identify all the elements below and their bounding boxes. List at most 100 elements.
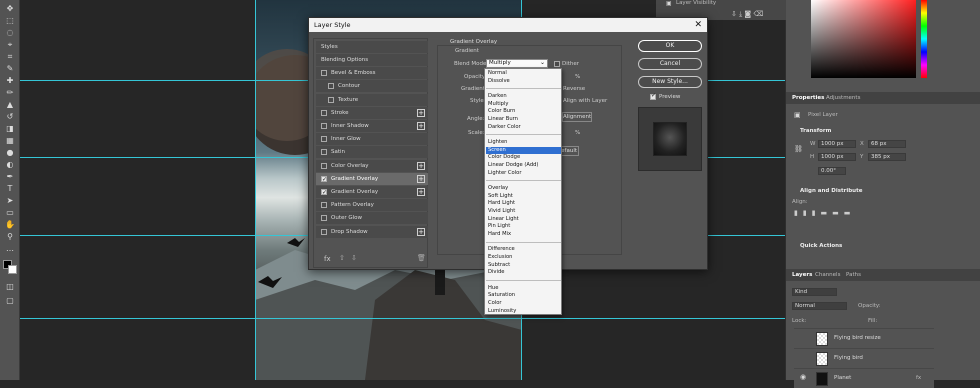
close-icon[interactable]: ✕ (694, 18, 702, 32)
quick-mask-icon[interactable]: ◫ (4, 282, 16, 292)
style-item[interactable]: Gradient Overlay + (316, 186, 428, 199)
blend-mode-option[interactable]: Overlay (486, 185, 561, 193)
gradient-tool-icon[interactable]: ▦ (4, 136, 16, 146)
hue-slider[interactable] (921, 0, 927, 78)
style-checkbox[interactable] (321, 70, 327, 77)
lasso-tool-icon[interactable]: ◌ (4, 28, 16, 38)
angle-field[interactable]: 0.00° (818, 167, 846, 175)
add-effect-icon[interactable]: + (417, 122, 425, 130)
select-tool-icon[interactable]: ⌖ (4, 40, 16, 50)
style-checkbox[interactable] (321, 228, 327, 235)
add-effect-icon[interactable]: + (417, 108, 425, 117)
blend-mode-option[interactable]: Linear Burn (486, 116, 561, 124)
type-tool-icon[interactable]: T (4, 184, 16, 194)
path-select-icon[interactable]: ➤ (4, 196, 16, 206)
style-item[interactable]: Pattern Overlay (316, 199, 428, 212)
styles-header[interactable]: Styles (316, 41, 428, 53)
blur-tool-icon[interactable]: ● (4, 148, 16, 158)
background-color-swatch[interactable] (8, 265, 17, 274)
style-item[interactable]: Color Overlay + (316, 159, 428, 172)
blend-mode-option[interactable]: Hard Mix (486, 231, 561, 239)
style-checkbox[interactable] (321, 123, 327, 129)
layer-blend-select[interactable]: Normal (792, 302, 847, 310)
blend-mode-option[interactable]: Luminosity (486, 308, 561, 316)
style-checkbox[interactable] (321, 109, 327, 116)
tab-paths[interactable]: Paths (846, 272, 861, 278)
blend-mode-option[interactable]: Darken (486, 93, 561, 101)
style-item[interactable]: Bevel & Emboss (316, 67, 428, 80)
blend-mode-option[interactable]: Vivid Light (486, 208, 561, 216)
add-effect-icon[interactable]: + (417, 188, 425, 196)
fx-footer[interactable]: fx (324, 255, 331, 263)
hand-tool-icon[interactable]: ✋ (4, 220, 16, 230)
blend-mode-option[interactable]: Divide (486, 269, 561, 277)
style-checkbox[interactable] (321, 162, 327, 169)
tab-adjustments[interactable]: Adjustments (826, 95, 860, 101)
blend-mode-option[interactable]: Linear Dodge (Add) (486, 162, 561, 170)
blend-mode-option[interactable]: Saturation (486, 292, 561, 300)
add-effect-icon[interactable]: + (417, 174, 425, 183)
style-item[interactable]: Stroke + (316, 106, 428, 119)
dodge-tool-icon[interactable]: ◐ (4, 160, 16, 170)
blend-mode-option[interactable]: Color Dodge (486, 154, 561, 162)
width-field[interactable]: 1000 px (818, 140, 856, 148)
layer-fx-badge[interactable]: fx (916, 375, 921, 381)
style-item[interactable]: Contour (316, 80, 428, 93)
x-field[interactable]: 68 px (868, 140, 906, 148)
screen-mode-icon[interactable]: ▢ (4, 296, 16, 306)
blend-mode-option[interactable]: Dissolve (486, 78, 561, 86)
style-checkbox[interactable] (328, 96, 334, 103)
style-checkbox[interactable] (321, 202, 327, 209)
blend-mode-option[interactable]: Hard Light (486, 200, 561, 208)
pen-tool-icon[interactable]: ✒ (4, 172, 16, 182)
reset-alignment-button[interactable]: Alignment (562, 112, 592, 122)
blend-mode-option[interactable]: Subtract (486, 262, 561, 270)
style-checkbox[interactable] (321, 136, 327, 143)
color-field[interactable] (811, 0, 916, 78)
stamp-tool-icon[interactable]: ▲ (4, 100, 16, 110)
zoom-tool-icon[interactable]: ⚲ (4, 232, 16, 242)
move-tool-icon[interactable]: ✥ (4, 4, 16, 14)
blend-mode-option[interactable]: Normal (486, 70, 561, 78)
y-field[interactable]: 385 px (868, 153, 906, 161)
height-field[interactable]: 1000 px (818, 153, 856, 161)
move-up-icon[interactable]: ⇧ (339, 254, 345, 262)
blend-mode-option[interactable]: Pin Light (486, 223, 561, 231)
update-icon[interactable]: ⇩ ⤓ ◙ ⌫ (731, 10, 763, 19)
shape-tool-icon[interactable]: ▭ (4, 208, 16, 218)
healing-tool-icon[interactable]: ✚ (4, 76, 16, 86)
style-item[interactable]: Outer Glow (316, 212, 428, 225)
blend-mode-option[interactable]: Multiply (486, 101, 561, 109)
add-effect-icon[interactable]: + (417, 227, 425, 236)
blend-mode-option[interactable]: Linear Light (486, 216, 561, 224)
dialog-titlebar[interactable]: Layer Style ✕ (309, 18, 707, 32)
style-item[interactable]: Blending Options (316, 54, 428, 66)
blend-mode-option[interactable]: Soft Light (486, 193, 561, 201)
tab-layers[interactable]: Layers (792, 272, 812, 278)
new-style-button[interactable]: New Style... (638, 76, 702, 88)
style-item[interactable]: Texture (316, 93, 428, 106)
blend-mode-option[interactable]: Darker Color (486, 124, 561, 132)
style-checkbox[interactable] (321, 174, 327, 186)
align-buttons-icon[interactable]: ▮▮▮▬▬▬ (794, 209, 855, 217)
blend-mode-option[interactable]: Lighter Color (486, 170, 561, 178)
trash-icon[interactable]: 🗑 (417, 254, 426, 262)
layer-row[interactable]: ◉ Planet fx (794, 368, 934, 388)
blend-mode-option[interactable]: Hue (486, 285, 561, 293)
dither-checkbox[interactable] (554, 61, 560, 67)
marquee-tool-icon[interactable]: ⬚ (4, 16, 16, 26)
eraser-tool-icon[interactable]: ◨ (4, 124, 16, 134)
blend-mode-option[interactable]: Exclusion (486, 254, 561, 262)
style-checkbox[interactable] (321, 149, 327, 156)
style-item[interactable]: Satin (316, 146, 428, 159)
crop-tool-icon[interactable]: ⌗ (4, 52, 16, 62)
layer-filter-input[interactable]: Kind (792, 288, 837, 296)
history-brush-icon[interactable]: ↺ (4, 112, 16, 122)
preview-checkbox[interactable] (650, 92, 656, 100)
ok-button[interactable]: OK (638, 40, 702, 52)
link-icon[interactable]: ⛓ (794, 145, 803, 153)
blend-mode-option[interactable]: Lighten (486, 139, 561, 147)
more-tools-icon[interactable]: … (4, 244, 16, 254)
blend-mode-option[interactable]: Screen (486, 146, 561, 155)
blend-mode-option[interactable]: Color Burn (486, 108, 561, 116)
